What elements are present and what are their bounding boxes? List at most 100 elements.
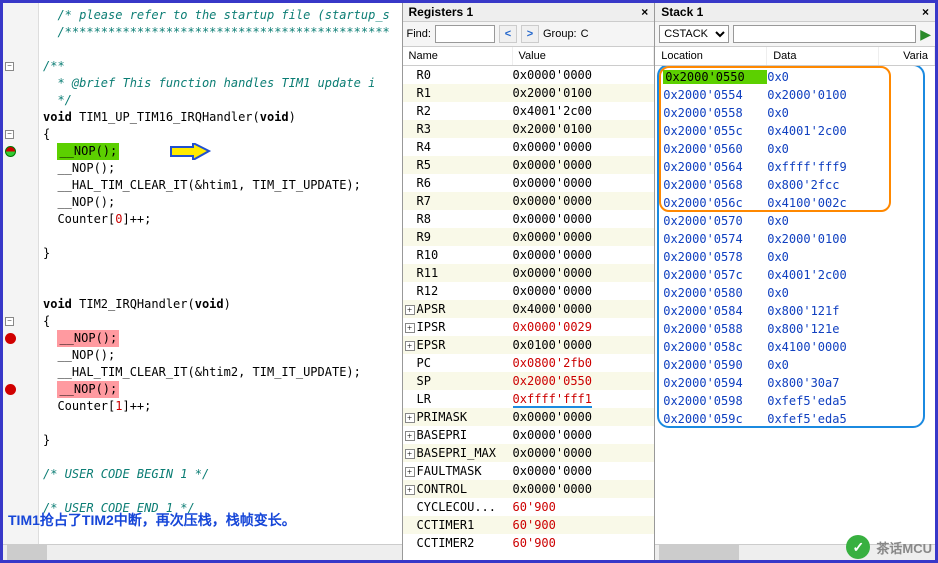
stack-select[interactable]: CSTACK — [659, 25, 729, 43]
breakpoint-icon[interactable] — [5, 333, 16, 344]
register-row[interactable]: R50x0000'0000 — [403, 156, 655, 174]
register-row[interactable]: R90x0000'0000 — [403, 228, 655, 246]
code-line[interactable]: } — [39, 432, 402, 449]
code-line[interactable] — [39, 415, 402, 432]
code-line[interactable]: /* USER CODE BEGIN 1 */ — [39, 466, 402, 483]
code-line[interactable]: __NOP(); — [39, 194, 402, 211]
stack-row[interactable]: 0x2000'059c0xfef5'eda5 — [655, 410, 935, 428]
stack-row[interactable]: 0x2000'05500x0 — [655, 68, 935, 86]
expand-icon[interactable]: + — [405, 413, 415, 423]
breakpoint-icon[interactable] — [5, 384, 16, 395]
register-row[interactable]: LR0xffff'fff1 — [403, 390, 655, 408]
go-icon[interactable]: ▶ — [920, 26, 931, 43]
fold-icon[interactable]: − — [5, 62, 14, 71]
code-line[interactable]: __NOP(); — [39, 160, 402, 177]
code-line[interactable] — [39, 483, 402, 500]
stack-row[interactable]: 0x2000'05900x0 — [655, 356, 935, 374]
register-row[interactable]: R110x0000'0000 — [403, 264, 655, 282]
register-row[interactable]: R100x0000'0000 — [403, 246, 655, 264]
stack-row[interactable]: 0x2000'05700x0 — [655, 212, 935, 230]
stack-row[interactable]: 0x2000'057c0x4001'2c00 — [655, 266, 935, 284]
expand-icon[interactable]: + — [405, 449, 415, 459]
code-line[interactable]: Counter[0]++; — [39, 211, 402, 228]
register-row[interactable]: R120x0000'0000 — [403, 282, 655, 300]
code-line[interactable]: __HAL_TIM_CLEAR_IT(&htim1, TIM_IT_UPDATE… — [39, 177, 402, 194]
expand-icon[interactable]: + — [405, 323, 415, 333]
code-line[interactable]: * @brief This function handles TIM1 upda… — [39, 75, 402, 92]
code-line[interactable]: __HAL_TIM_CLEAR_IT(&htim2, TIM_IT_UPDATE… — [39, 364, 402, 381]
expand-icon[interactable]: + — [405, 467, 415, 477]
code-line[interactable]: __NOP(); — [39, 347, 402, 364]
expand-icon[interactable]: + — [405, 341, 415, 351]
code-line[interactable] — [39, 449, 402, 466]
stack-row[interactable]: 0x2000'05580x0 — [655, 104, 935, 122]
expand-icon[interactable]: + — [405, 431, 415, 441]
register-row[interactable]: SP0x2000'0550 — [403, 372, 655, 390]
find-next-button[interactable]: > — [521, 25, 539, 43]
stack-row[interactable]: 0x2000'05940x800'30a7 — [655, 374, 935, 392]
register-row[interactable]: R60x0000'0000 — [403, 174, 655, 192]
register-row[interactable]: R70x0000'0000 — [403, 192, 655, 210]
stack-row[interactable]: 0x2000'05840x800'121f — [655, 302, 935, 320]
code-area[interactable]: /* please refer to the startup file (sta… — [39, 3, 402, 544]
code-line[interactable]: __NOP(); — [39, 381, 402, 398]
fold-icon[interactable]: − — [5, 130, 14, 139]
expand-icon[interactable]: + — [405, 485, 415, 495]
stack-addr-input[interactable] — [733, 25, 916, 43]
close-icon[interactable]: × — [922, 5, 929, 19]
code-line[interactable]: } — [39, 245, 402, 262]
register-row[interactable]: R40x0000'0000 — [403, 138, 655, 156]
code-line[interactable]: __NOP(); — [39, 330, 402, 347]
stack-row[interactable]: 0x2000'05540x2000'0100 — [655, 86, 935, 104]
stack-row[interactable]: 0x2000'05980xfef5'eda5 — [655, 392, 935, 410]
register-row[interactable]: +PRIMASK0x0000'0000 — [403, 408, 655, 426]
code-line[interactable]: void TIM2_IRQHandler(void) — [39, 296, 402, 313]
code-line[interactable] — [39, 262, 402, 279]
col-location: Location — [655, 47, 767, 65]
stack-row[interactable]: 0x2000'05780x0 — [655, 248, 935, 266]
code-line[interactable]: /***************************************… — [39, 24, 402, 41]
scrollbar-horizontal[interactable] — [3, 544, 402, 560]
code-line[interactable]: { — [39, 313, 402, 330]
stack-row[interactable]: 0x2000'05740x2000'0100 — [655, 230, 935, 248]
code-line[interactable]: /** — [39, 58, 402, 75]
breakpoint-current-icon[interactable] — [5, 146, 16, 157]
register-row[interactable]: +BASEPRI0x0000'0000 — [403, 426, 655, 444]
code-line[interactable]: */ — [39, 92, 402, 109]
register-row[interactable]: +FAULTMASK0x0000'0000 — [403, 462, 655, 480]
close-icon[interactable]: × — [641, 5, 648, 19]
register-row[interactable]: +BASEPRI_MAX0x0000'0000 — [403, 444, 655, 462]
code-line[interactable] — [39, 41, 402, 58]
stack-row[interactable]: 0x2000'05800x0 — [655, 284, 935, 302]
stack-row[interactable]: 0x2000'05680x800'2fcc — [655, 176, 935, 194]
code-line[interactable]: __NOP(); — [39, 143, 402, 160]
current-line-arrow-icon — [169, 143, 217, 160]
find-input[interactable] — [435, 25, 495, 43]
register-row[interactable]: +IPSR0x0000'0029 — [403, 318, 655, 336]
stack-row[interactable]: 0x2000'056c0x4100'002c — [655, 194, 935, 212]
register-row[interactable]: PC0x0800'2fb0 — [403, 354, 655, 372]
register-row[interactable]: +CONTROL0x0000'0000 — [403, 480, 655, 498]
stack-row[interactable]: 0x2000'05600x0 — [655, 140, 935, 158]
register-row[interactable]: R10x2000'0100 — [403, 84, 655, 102]
register-row[interactable]: R00x0000'0000 — [403, 66, 655, 84]
register-row[interactable]: R30x2000'0100 — [403, 120, 655, 138]
fold-icon[interactable]: − — [5, 317, 14, 326]
register-row[interactable]: R80x0000'0000 — [403, 210, 655, 228]
code-line[interactable] — [39, 228, 402, 245]
code-line[interactable] — [39, 279, 402, 296]
register-row[interactable]: R20x4001'2c00 — [403, 102, 655, 120]
stack-row[interactable]: 0x2000'05640xffff'fff9 — [655, 158, 935, 176]
code-line[interactable]: Counter[1]++; — [39, 398, 402, 415]
code-line[interactable]: void TIM1_UP_TIM16_IRQHandler(void) — [39, 109, 402, 126]
register-row[interactable]: +EPSR0x0100'0000 — [403, 336, 655, 354]
stack-row[interactable]: 0x2000'055c0x4001'2c00 — [655, 122, 935, 140]
stack-row[interactable]: 0x2000'05880x800'121e — [655, 320, 935, 338]
register-row[interactable]: CCTIMER260'900 — [403, 534, 655, 552]
find-prev-button[interactable]: < — [499, 25, 517, 43]
stack-row[interactable]: 0x2000'058c0x4100'0000 — [655, 338, 935, 356]
code-line[interactable]: /* please refer to the startup file (sta… — [39, 7, 402, 24]
expand-icon[interactable]: + — [405, 305, 415, 315]
register-row[interactable]: +APSR0x4000'0000 — [403, 300, 655, 318]
code-line[interactable]: { — [39, 126, 402, 143]
